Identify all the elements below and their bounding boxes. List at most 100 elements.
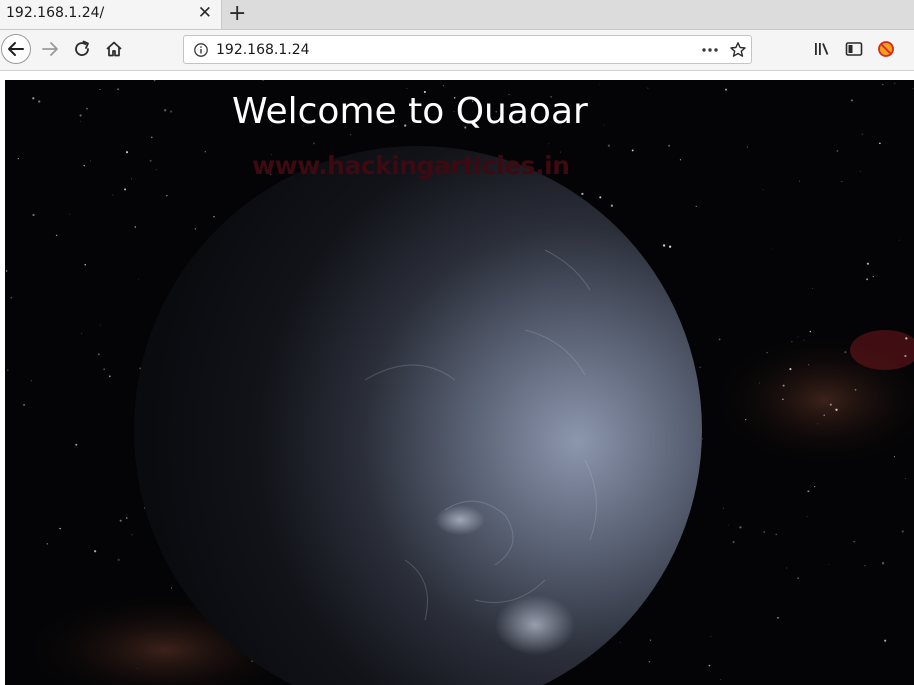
star	[835, 408, 838, 411]
star	[679, 159, 681, 161]
star	[776, 616, 780, 619]
close-tab-icon[interactable]: ✕	[198, 3, 212, 23]
star	[836, 149, 839, 152]
star	[739, 526, 742, 529]
star	[7, 369, 9, 371]
star	[850, 99, 853, 102]
star	[854, 388, 857, 391]
star	[797, 577, 799, 579]
star	[150, 136, 153, 139]
star	[695, 205, 697, 207]
star	[32, 97, 35, 100]
star	[861, 133, 863, 135]
star	[213, 216, 215, 218]
star	[786, 567, 787, 569]
star	[898, 239, 900, 241]
star	[631, 149, 634, 152]
watermark-text: www.hackingarticles.in	[252, 151, 570, 180]
star	[6, 270, 8, 272]
star	[131, 178, 133, 180]
star	[97, 353, 100, 356]
star	[662, 244, 666, 247]
forward-arrow-icon[interactable]	[39, 38, 61, 60]
star	[775, 533, 778, 536]
address-bar[interactable]: 192.168.1.24	[183, 35, 752, 64]
back-arrow-icon	[8, 42, 24, 56]
reload-icon[interactable]	[71, 38, 93, 60]
star	[90, 160, 91, 162]
star	[806, 516, 808, 518]
star	[647, 87, 649, 89]
star	[699, 366, 701, 369]
new-tab-button[interactable]: +	[228, 0, 246, 28]
star	[103, 368, 105, 370]
star	[599, 196, 602, 199]
blocked-extension-icon[interactable]	[875, 38, 897, 60]
star	[882, 84, 884, 86]
star	[649, 639, 652, 642]
star	[759, 382, 761, 384]
star	[599, 84, 601, 86]
star	[720, 679, 722, 681]
star	[99, 89, 101, 91]
star	[745, 419, 747, 421]
star	[603, 124, 605, 126]
star	[884, 639, 887, 642]
star	[125, 151, 129, 154]
star	[844, 351, 847, 354]
star	[829, 403, 832, 406]
star	[59, 527, 61, 530]
star	[823, 414, 825, 417]
star	[782, 384, 785, 387]
star	[718, 338, 721, 341]
star	[708, 664, 711, 667]
sidebar-icon[interactable]	[843, 38, 865, 60]
star	[905, 337, 908, 340]
star	[728, 524, 729, 526]
star	[131, 534, 133, 536]
library-icon[interactable]	[811, 38, 833, 60]
star	[164, 109, 167, 112]
star	[79, 120, 81, 122]
info-icon[interactable]	[193, 42, 209, 58]
star	[17, 158, 19, 160]
star	[138, 278, 140, 280]
star	[807, 490, 810, 493]
star	[648, 660, 651, 663]
star	[55, 234, 58, 237]
star	[901, 530, 904, 533]
page-heading: Welcome to Quaoar	[232, 91, 588, 132]
star	[789, 368, 792, 371]
star	[112, 194, 114, 196]
star	[828, 564, 830, 565]
star	[668, 144, 671, 147]
more-dots-icon[interactable]	[701, 42, 719, 58]
star	[782, 398, 784, 401]
star	[766, 352, 768, 354]
star	[866, 278, 869, 281]
star	[124, 188, 127, 191]
star	[607, 144, 611, 147]
star	[117, 88, 120, 91]
star	[119, 519, 122, 522]
star	[313, 142, 315, 145]
star	[811, 287, 814, 289]
star	[38, 100, 41, 103]
home-icon[interactable]	[103, 38, 125, 60]
star	[610, 204, 614, 207]
active-tab[interactable]: 192.168.1.24/ ✕	[0, 0, 222, 29]
star	[771, 248, 773, 250]
star	[725, 88, 727, 91]
star	[406, 88, 408, 89]
star	[710, 635, 712, 637]
star	[93, 550, 97, 553]
star	[872, 275, 874, 278]
back-button[interactable]	[1, 34, 31, 64]
star	[86, 108, 88, 110]
star-icon[interactable]	[729, 41, 747, 59]
star	[814, 485, 816, 488]
star	[763, 531, 766, 533]
star	[149, 159, 152, 162]
navigation-toolbar: 192.168.1.24	[0, 30, 914, 71]
url-text[interactable]: 192.168.1.24	[216, 42, 310, 58]
